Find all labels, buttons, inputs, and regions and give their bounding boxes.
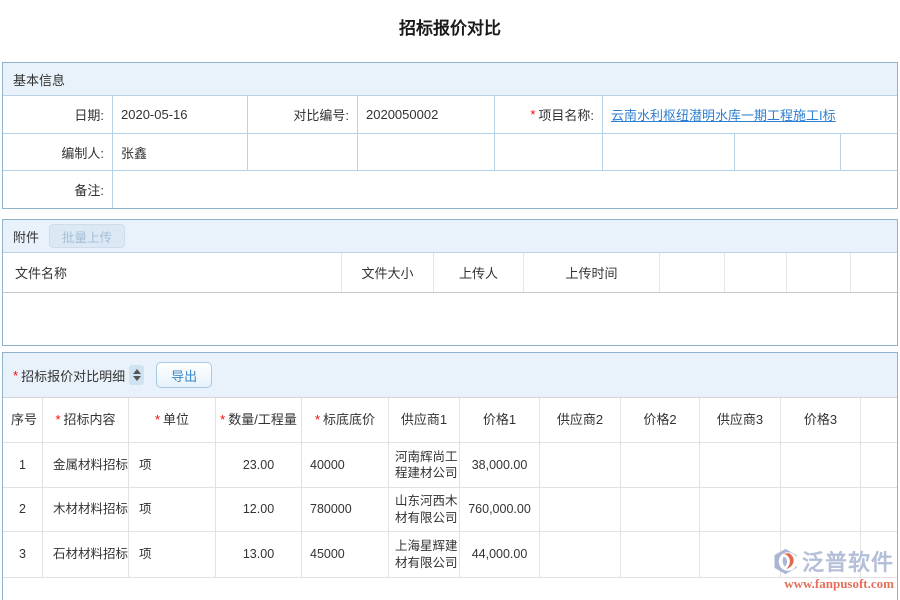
project-name-link[interactable]: 云南水利枢纽潜明水库一期工程施工I标 [611,105,836,124]
empty-cell [495,134,603,171]
cell-base-price: 45000 [302,532,389,577]
cell-empty [861,443,897,487]
cell-quantity: 12.00 [216,488,302,531]
basic-info-row-1: 日期: 2020-05-16 对比编号: 2020050002 * 项目名称: … [3,96,897,134]
author-label: 编制人: [3,134,113,171]
basic-info-row-3: 备注: [3,171,897,208]
remark-value [113,171,897,208]
cell-empty [861,488,897,531]
cell-base-price: 40000 [302,443,389,487]
basic-info-row-2: 编制人: 张鑫 [3,134,897,171]
date-label: 日期: [3,96,113,134]
cell-price2 [621,488,700,531]
cell-unit: 项 [129,488,216,531]
cell-price1: 44,000.00 [460,532,540,577]
project-name-cell: 云南水利枢纽潜明水库一期工程施工I标 [603,96,897,134]
empty-cell [603,134,735,171]
column-header-bid-content: *招标内容 [43,398,129,442]
column-header-file-size: 文件大小 [342,253,434,292]
column-header-file-name: 文件名称 [3,253,342,292]
cell-supplier1: 山东河西木材有限公司 [389,488,460,531]
detail-table-header: 序号 *招标内容 *单位 *数量/工程量 *标底底价 供应商1 价格1 供应商2… [3,398,897,443]
cell-bid-content: 石材材料招标 [43,532,129,577]
cell-unit: 项 [129,443,216,487]
remark-label: 备注: [3,171,113,208]
cell-base-price: 780000 [302,488,389,531]
author-value: 张鑫 [113,134,248,171]
batch-upload-button[interactable]: 批量上传 [49,224,125,248]
date-value: 2020-05-16 [113,96,248,134]
cell-bid-content: 木材材料招标 [43,488,129,531]
column-header-seq: 序号 [3,398,43,442]
column-header-uploader: 上传人 [434,253,524,292]
compare-no-label: 对比编号: [248,96,358,134]
column-header-price2: 价格2 [621,398,700,442]
cell-supplier3 [700,443,781,487]
empty-cell [358,134,495,171]
column-header-empty [725,253,787,292]
project-name-label: * 项目名称: [495,96,603,134]
page-title: 招标报价对比 [0,14,900,39]
fanpu-watermark: 泛普软件 www.fanpusoft.com [772,545,894,592]
attachments-section: 附件 批量上传 文件名称 文件大小 上传人 上传时间 [2,219,898,346]
cell-price1: 760,000.00 [460,488,540,531]
cell-bid-content: 金属材料招标 [43,443,129,487]
brand-text: 泛普软件 [802,545,894,577]
column-header-upload-time: 上传时间 [524,253,660,292]
sort-spinner-icon[interactable] [129,365,144,385]
attachments-section-header: 附件 批量上传 [3,220,897,253]
cell-supplier2 [540,488,621,531]
cell-price3 [781,443,861,487]
cell-supplier3 [700,488,781,531]
cell-price2 [621,443,700,487]
column-header-empty [787,253,851,292]
cell-supplier1: 河南辉尚工程建材公司 [389,443,460,487]
cell-supplier3 [700,532,781,577]
column-header-supplier1: 供应商1 [389,398,460,442]
cell-price3 [781,488,861,531]
cell-seq: 3 [3,532,43,577]
attachments-table-header: 文件名称 文件大小 上传人 上传时间 [3,253,897,293]
cell-unit: 项 [129,532,216,577]
detail-section-header: * 招标报价对比明细 导出 [3,353,897,398]
basic-info-section-header: 基本信息 [3,63,897,96]
attachments-empty-body [3,293,897,345]
cell-supplier2 [540,532,621,577]
detail-table-row: 2 木材材料招标 项 12.00 780000 山东河西木材有限公司 760,0… [3,488,897,532]
detail-section-title: 招标报价对比明细 [21,366,125,385]
cell-quantity: 13.00 [216,532,302,577]
export-button[interactable]: 导出 [156,362,212,388]
column-header-price1: 价格1 [460,398,540,442]
fanpu-logo-icon [772,548,799,575]
cell-price1: 38,000.00 [460,443,540,487]
column-header-price3: 价格3 [781,398,861,442]
column-header-empty [851,253,897,292]
detail-table-row: 3 石材材料招标 项 13.00 45000 上海星辉建材有限公司 44,000… [3,532,897,578]
column-header-base-price: *标底底价 [302,398,389,442]
detail-table-row: 1 金属材料招标 项 23.00 40000 河南辉尚工程建材公司 38,000… [3,443,897,488]
basic-info-section: 基本信息 日期: 2020-05-16 对比编号: 2020050002 * 项… [2,62,898,209]
cell-quantity: 23.00 [216,443,302,487]
brand-url: www.fanpusoft.com [772,576,894,592]
required-asterisk: * [530,107,535,122]
attachments-title: 附件 [13,227,39,246]
column-header-supplier3: 供应商3 [700,398,781,442]
empty-cell [841,134,897,171]
quote-compare-detail-section: * 招标报价对比明细 导出 序号 *招标内容 *单位 *数量/工程量 *标底底价… [2,352,898,600]
cell-supplier1: 上海星辉建材有限公司 [389,532,460,577]
column-header-empty [861,398,897,442]
compare-no-value: 2020050002 [358,96,495,134]
empty-cell [248,134,358,171]
column-header-empty [660,253,725,292]
cell-price2 [621,532,700,577]
column-header-quantity: *数量/工程量 [216,398,302,442]
column-header-unit: *单位 [129,398,216,442]
cell-seq: 1 [3,443,43,487]
basic-info-title: 基本信息 [13,70,65,89]
cell-seq: 2 [3,488,43,531]
column-header-supplier2: 供应商2 [540,398,621,442]
required-asterisk: * [13,368,18,383]
empty-cell [735,134,841,171]
cell-supplier2 [540,443,621,487]
